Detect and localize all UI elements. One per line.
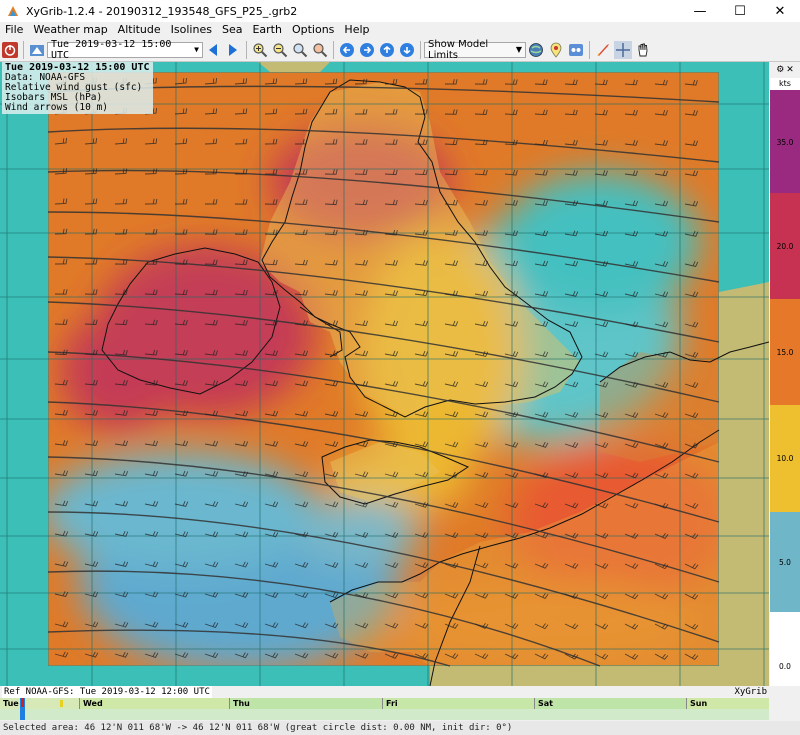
time-slider[interactable]: Tue Wed Thu Fri Sat Sun (0, 698, 769, 720)
close-button[interactable]: ✕ (760, 0, 800, 22)
toolbar-separator (23, 40, 24, 59)
menu-earth[interactable]: Earth (247, 22, 287, 38)
map-info-box: Tue 2019-03-12 15:00 UTC Data: NOAA-GFS … (2, 62, 153, 114)
status-bar: Selected area: 46 12'N 011 68'W -> 46 12… (0, 721, 800, 735)
settings-icon[interactable]: ⚙ (776, 65, 784, 75)
minimize-button[interactable]: — (680, 0, 720, 22)
menu-help[interactable]: Help (339, 22, 374, 38)
toolbar-separator (589, 40, 590, 59)
timeline-track (0, 709, 769, 720)
meteotable-icon[interactable] (567, 41, 585, 59)
scale-label-5: 5.0 (779, 558, 791, 567)
weather-map[interactable]: Tue 2019-03-12 15:00 UTC Data: NOAA-GFS … (0, 62, 769, 686)
scale-label-20: 20.0 (776, 242, 794, 251)
timeline-day-sat[interactable]: Sat (535, 698, 687, 709)
datetime-select[interactable]: Tue 2019-03-12 15:00 UTC ▼ (47, 38, 203, 61)
globe-icon[interactable] (527, 41, 545, 59)
zoom-fit-icon[interactable] (311, 41, 329, 59)
timeline-day-wed[interactable]: Wed (80, 698, 230, 709)
download-grib-icon[interactable] (28, 41, 46, 59)
timeline-day-tue[interactable]: Tue (0, 698, 80, 709)
arrow-down-icon[interactable] (398, 41, 416, 59)
crosshair-icon[interactable] (614, 40, 632, 59)
menu-bar: File Weather map Altitude Isolines Sea E… (0, 22, 800, 38)
xygrib-app-icon (6, 4, 20, 18)
arrow-up-icon[interactable] (378, 41, 396, 59)
scale-label-35: 35.0 (776, 138, 794, 147)
color-scale-panel: ⚙ ✕ kts 35.0 20.0 15.0 10.0 5.0 0.0 (770, 62, 800, 686)
power-icon[interactable] (1, 41, 19, 59)
rocket-icon[interactable] (594, 41, 612, 59)
location-icon[interactable] (547, 41, 565, 59)
toolbar-separator (333, 40, 334, 59)
chevron-down-icon: ▼ (194, 45, 199, 54)
timeline-marker (60, 700, 63, 707)
window-title: XyGrib-1.2.4 - 20190312_193548_GFS_P25_.… (26, 4, 298, 18)
menu-altitude[interactable]: Altitude (113, 22, 166, 38)
menu-file[interactable]: File (0, 22, 28, 38)
toolbar: Tue 2019-03-12 15:00 UTC ▼ Show Model Li… (0, 38, 800, 62)
maximize-button[interactable]: ☐ (720, 0, 760, 22)
chevron-down-icon: ▼ (515, 45, 522, 54)
timeline-days: Tue Wed Thu Fri Sat Sun (0, 698, 769, 709)
toolbar-separator (246, 40, 247, 59)
menu-options[interactable]: Options (287, 22, 339, 38)
timeline-day-sun[interactable]: Sun (687, 698, 769, 709)
scale-label-0: 0.0 (779, 662, 791, 671)
menu-weather-map[interactable]: Weather map (28, 22, 112, 38)
datetime-value: Tue 2019-03-12 15:00 UTC (51, 38, 172, 61)
timeline-day-thu[interactable]: Thu (230, 698, 383, 709)
reference-run-label: Ref NOAA-GFS: Tue 2019-03-12 12:00 UTC (2, 686, 212, 698)
zoom-area-icon[interactable] (291, 41, 309, 59)
pan-hand-icon[interactable] (634, 41, 652, 59)
color-scale-close-icon[interactable]: ✕ (786, 65, 794, 75)
menu-sea[interactable]: Sea (217, 22, 248, 38)
arrow-left-icon[interactable] (338, 41, 356, 59)
wind-gust-map-canvas (0, 62, 769, 686)
zoom-out-icon[interactable] (271, 41, 289, 59)
model-limits-select[interactable]: Show Model Limits ▼ (424, 38, 526, 61)
menu-isolines[interactable]: Isolines (166, 22, 217, 38)
reference-line: Ref NOAA-GFS: Tue 2019-03-12 12:00 UTC X… (0, 686, 769, 698)
timeline-day-fri[interactable]: Fri (383, 698, 535, 709)
brand-label: XyGrib (734, 687, 767, 697)
color-scale-units: kts (770, 78, 800, 90)
color-scale-bar: 35.0 20.0 15.0 10.0 5.0 0.0 (770, 90, 800, 686)
info-wind-arrows: Wind arrows (10 m) (5, 102, 108, 113)
model-limits-label: Show Model Limits (428, 38, 489, 61)
scale-label-10: 10.0 (776, 454, 794, 463)
scale-segment-white (770, 612, 800, 686)
next-time-icon[interactable] (224, 41, 242, 59)
toolbar-separator (420, 40, 421, 59)
arrow-right-icon[interactable] (358, 41, 376, 59)
previous-time-icon[interactable] (204, 41, 222, 59)
color-scale-header: ⚙ ✕ (770, 62, 800, 78)
zoom-in-icon[interactable] (251, 41, 269, 59)
title-bar: XyGrib-1.2.4 - 20190312_193548_GFS_P25_.… (0, 0, 800, 22)
scale-label-15: 15.0 (776, 348, 794, 357)
timeline-current-marker (21, 698, 24, 707)
